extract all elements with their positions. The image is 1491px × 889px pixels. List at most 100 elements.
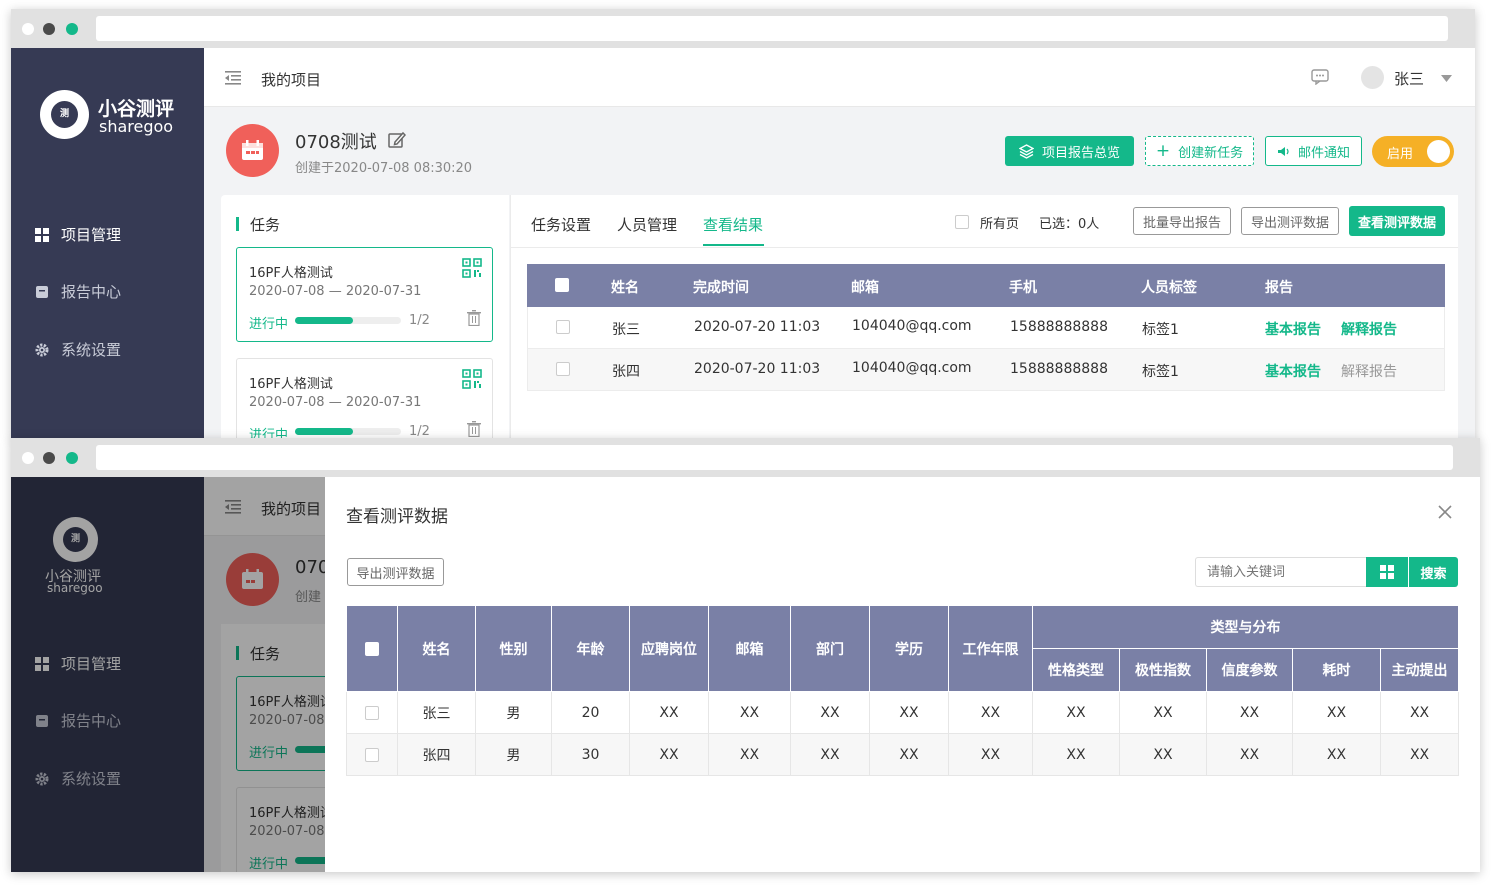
address-bar[interactable]: [96, 16, 1448, 41]
cell-time: 2020-07-20 11:03: [694, 361, 821, 377]
tab-results[interactable]: 查看结果: [703, 214, 763, 235]
task-progress-fill: [295, 428, 354, 435]
basic-report-link[interactable]: 基本报告: [1265, 361, 1321, 381]
sidebar-item-report[interactable]: 报告中心: [35, 281, 121, 302]
window-max-dot[interactable]: [66, 452, 78, 464]
col-header-personality-type: 性格类型: [1032, 648, 1120, 692]
report-overview-button[interactable]: 项目报告总览: [1005, 136, 1134, 166]
task-end: 2020-07-31: [345, 284, 422, 299]
enable-toggle[interactable]: 启用: [1372, 136, 1454, 167]
table-cell: XX: [869, 691, 949, 734]
address-bar[interactable]: [96, 445, 1453, 470]
table-cell: XX: [1032, 691, 1120, 734]
table-cell: XX: [790, 733, 870, 776]
menu-collapse-icon[interactable]: [225, 71, 241, 85]
task-panel-title: 任务: [250, 216, 281, 234]
chevron-down-icon[interactable]: [1441, 75, 1452, 82]
window-close-dot[interactable]: [22, 452, 34, 464]
tab-task-settings[interactable]: 任务设置: [531, 214, 591, 235]
browser-window-main: 测 小谷测评 sharegoo 项目管理 报告中心 系统设置 我的项目 张三 0…: [11, 9, 1475, 439]
sidebar-item-settings[interactable]: 系统设置: [35, 339, 121, 360]
row-checkbox[interactable]: [365, 747, 379, 762]
table-header-row: 姓名 性别 年龄 应聘岗位 邮箱 部门 学历 工作年限 类型与分布: [346, 605, 1460, 692]
explain-report-link[interactable]: 解释报告: [1341, 361, 1397, 381]
keyword-search-input[interactable]: [1195, 557, 1367, 587]
row-checkbox[interactable]: [556, 320, 570, 334]
table-cell: 20: [551, 691, 630, 734]
tab-people[interactable]: 人员管理: [617, 214, 677, 235]
table-row: 张三男 20 XX XX XX XX XX XX XX XX XX XX: [346, 691, 1460, 734]
table-cell: XX: [708, 691, 791, 734]
view-data-button[interactable]: 查看测评数据: [1349, 206, 1445, 236]
table-cell: XX: [1206, 691, 1293, 734]
task-start: 2020-07-08: [249, 395, 325, 410]
window-min-dot[interactable]: [43, 452, 55, 464]
table-cell: XX: [1032, 733, 1120, 776]
speaker-icon: [1277, 146, 1289, 156]
explain-report-link[interactable]: 解释报告: [1341, 319, 1397, 339]
modal-title: 查看测评数据: [346, 507, 448, 527]
task-panel: 任务 16PF人格测试 2020-07-08 — 2020-07-31 进行中 …: [221, 195, 509, 439]
avatar[interactable]: [1361, 66, 1384, 89]
table-cell: XX: [1292, 691, 1381, 734]
gear-icon: [35, 343, 49, 356]
row-checkbox[interactable]: [556, 362, 570, 376]
col-header-email: 邮箱: [851, 280, 879, 296]
batch-export-button[interactable]: 批量导出报告: [1133, 207, 1231, 235]
export-data-button[interactable]: 导出测评数据: [1241, 207, 1339, 235]
col-header-gender: 性别: [475, 605, 552, 692]
button-label: 邮件通知: [1297, 145, 1350, 161]
selected-count: 已选：0人: [1039, 217, 1100, 232]
date-separator: —: [328, 395, 342, 410]
window-close-dot[interactable]: [22, 23, 34, 35]
message-icon[interactable]: [1311, 69, 1329, 85]
task-progress-fill: [295, 317, 354, 324]
grid-view-button[interactable]: [1366, 557, 1408, 587]
create-task-button[interactable]: + 创建新任务: [1145, 136, 1254, 166]
project-created: 创建于2020-07-08 08:30:20: [295, 161, 473, 176]
select-all-checkbox[interactable]: [365, 641, 379, 656]
grid-icon: [1380, 565, 1394, 579]
calendar-icon: [242, 140, 263, 160]
date-separator: —: [328, 284, 342, 299]
modal-backdrop[interactable]: [11, 477, 325, 872]
window-min-dot[interactable]: [43, 23, 55, 35]
task-card[interactable]: 16PF人格测试 2020-07-08 — 2020-07-31 进行中 1/2: [236, 247, 493, 342]
qrcode-icon[interactable]: [462, 369, 482, 389]
close-icon[interactable]: [1438, 505, 1452, 519]
all-pages-checkbox[interactable]: [955, 215, 969, 229]
project-avatar-icon: [226, 124, 279, 177]
cell-name: 张四: [612, 364, 640, 380]
trash-icon[interactable]: [467, 421, 481, 437]
row-checkbox-cell: [346, 733, 398, 776]
search-button[interactable]: 搜索: [1409, 557, 1458, 587]
mail-notify-button[interactable]: 邮件通知: [1265, 136, 1362, 166]
tab-divider: [511, 247, 1458, 248]
project-title: 0708测试: [295, 132, 377, 153]
table-row: 张三 2020-07-20 11:03 104040@qq.com 158888…: [527, 307, 1445, 349]
sidebar-item-project[interactable]: 项目管理: [35, 224, 121, 245]
qrcode-icon[interactable]: [462, 258, 482, 278]
col-header-age: 年龄: [551, 605, 630, 692]
col-header-initiative: 主动提出: [1379, 648, 1460, 692]
window-max-dot[interactable]: [66, 23, 78, 35]
select-all-cell: [346, 605, 398, 692]
tab-active-underline: [703, 244, 764, 246]
edit-icon[interactable]: [388, 131, 406, 149]
row-checkbox[interactable]: [365, 705, 379, 720]
task-progress-count: 1/2: [409, 313, 430, 328]
task-status: 进行中: [249, 428, 289, 439]
col-header-duration: 耗时: [1292, 648, 1381, 692]
select-all-checkbox[interactable]: [555, 278, 569, 292]
task-card[interactable]: 16PF人格测试 2020-07-08 — 2020-07-31 进行中 1/2: [236, 358, 493, 439]
view-data-modal: 查看测评数据 导出测评数据 搜索 姓名 性别 年龄 应聘岗位 邮箱 部门: [325, 477, 1480, 872]
table-cell: XX: [1379, 733, 1460, 776]
table-cell: XX: [629, 691, 709, 734]
table-cell: XX: [629, 733, 709, 776]
basic-report-link[interactable]: 基本报告: [1265, 319, 1321, 339]
table-cell: XX: [948, 691, 1033, 734]
user-name[interactable]: 张三: [1394, 68, 1424, 89]
table-cell: XX: [869, 733, 949, 776]
export-data-button[interactable]: 导出测评数据: [347, 558, 444, 586]
trash-icon[interactable]: [467, 310, 481, 326]
